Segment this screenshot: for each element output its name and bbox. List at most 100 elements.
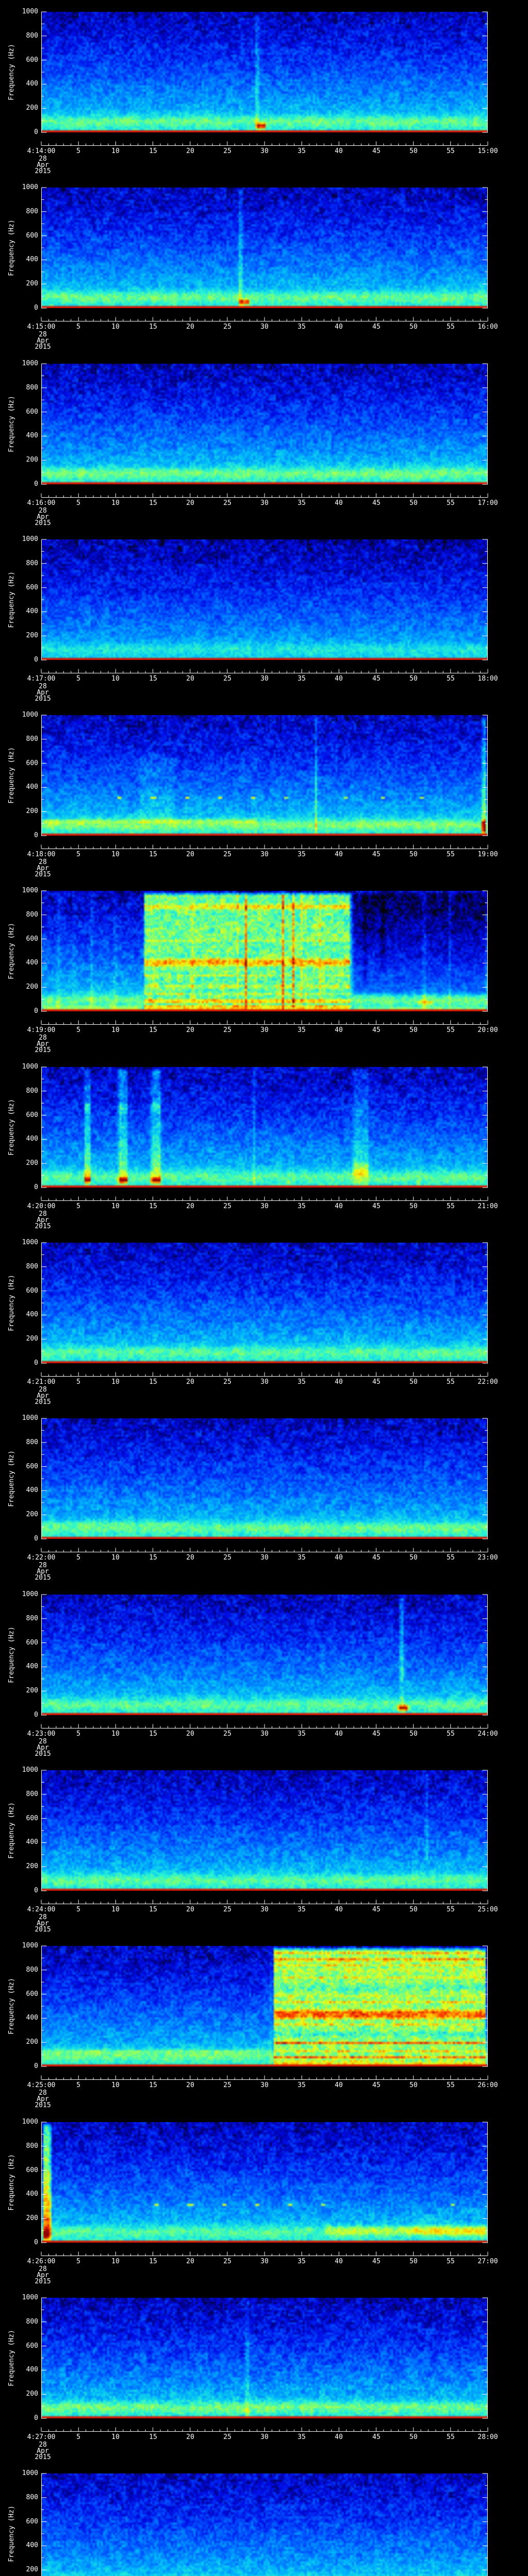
y-tick-label: 0	[34, 1711, 38, 1719]
date-line: 2015	[35, 2102, 51, 2109]
x-tick-label: 20	[186, 1906, 194, 1913]
x-tick-label: 10	[111, 147, 120, 155]
y-tick-label: 400	[26, 256, 38, 263]
spectrogram-canvas	[41, 1946, 488, 2066]
x-start-time-label: 4:24:00	[27, 1906, 56, 1913]
y-tick-label: 600	[26, 1639, 38, 1647]
x-start-time-label: 4:22:00	[27, 1554, 56, 1562]
y-tick-label: 200	[26, 2038, 38, 2046]
x-tick-label: 50	[409, 1202, 418, 1210]
spectrogram-panel: Frequency (Hz) 0 200 400 600 800 1000 4:26:00 5 1…	[0, 2110, 528, 2286]
date-line: 2015	[35, 167, 51, 175]
x-tick-label: 25	[223, 323, 232, 331]
x-tick-label: 35	[298, 1202, 306, 1210]
x-tick-label: 25	[223, 851, 232, 858]
y-tick-label: 0	[34, 304, 38, 312]
x-tick-label: 25	[223, 1554, 232, 1562]
y-tick-label: 800	[26, 911, 38, 919]
y-tick-label: 600	[26, 935, 38, 943]
y-tick-label: 200	[26, 1687, 38, 1694]
x-tick-label: 20	[186, 851, 194, 858]
y-axis-label: Frequency (Hz)	[8, 1099, 15, 1156]
spectrogram-panel: Frequency (Hz) 0 200 400 600 800 1000 4:14:00 5 1…	[0, 0, 528, 176]
spectrogram-canvas	[41, 2298, 488, 2418]
x-tick-label: 10	[111, 1730, 120, 1738]
x-end-time-label: 21:00	[477, 1202, 498, 1210]
y-tick-label: 1000	[22, 1414, 38, 1422]
y-tick-label: 0	[34, 1535, 38, 1543]
y-tick-label: 200	[26, 2566, 38, 2573]
x-tick-label: 30	[260, 499, 269, 507]
date-line: 2015	[35, 2278, 51, 2285]
x-tick-label: 15	[149, 1026, 157, 1034]
x-tick-label: 30	[260, 2258, 269, 2265]
spectrogram-canvas	[41, 1067, 488, 1188]
x-tick-label: 55	[447, 1378, 455, 1386]
x-tick-label: 40	[335, 1906, 343, 1913]
x-tick-label: 30	[260, 675, 269, 683]
date-line: 2015	[35, 695, 51, 703]
x-tick-label: 30	[260, 1026, 269, 1034]
date-line: 2015	[35, 1398, 51, 1406]
y-tick-label: 400	[26, 783, 38, 791]
y-tick-label: 800	[26, 1966, 38, 1974]
spectrogram-panel: Frequency (Hz) 0 200 400 600 800 1000 4:22:00 5 1…	[0, 1406, 528, 1582]
y-tick-label: 1000	[22, 360, 38, 367]
y-tick-label: 0	[34, 1887, 38, 1894]
y-tick-label: 600	[26, 1111, 38, 1119]
x-tick-label: 55	[447, 323, 455, 331]
x-tick-label: 35	[298, 1906, 306, 1913]
date-line: 2015	[35, 1750, 51, 1758]
x-end-time-label: 17:00	[477, 499, 498, 507]
x-tick-label: 45	[372, 2081, 381, 2089]
x-tick-label: 25	[223, 147, 232, 155]
spectrogram-canvas	[41, 2122, 488, 2243]
x-tick-label: 10	[111, 1906, 120, 1913]
y-tick-label: 400	[26, 607, 38, 615]
x-tick-label: 55	[447, 1730, 455, 1738]
x-tick-label: 40	[335, 323, 343, 331]
x-tick-label: 15	[149, 1730, 157, 1738]
x-tick-label: 40	[335, 1730, 343, 1738]
x-tick-label: 45	[372, 675, 381, 683]
x-tick-label: 15	[149, 323, 157, 331]
x-tick-label: 10	[111, 499, 120, 507]
x-tick-label: 45	[372, 499, 381, 507]
x-tick-label: 45	[372, 1378, 381, 1386]
y-tick-label: 400	[26, 80, 38, 88]
y-tick-label: 800	[26, 384, 38, 392]
y-tick-label: 1000	[22, 711, 38, 719]
spectrogram-canvas	[41, 2473, 488, 2576]
x-tick-label: 15	[149, 2433, 157, 2441]
y-tick-label: 200	[26, 807, 38, 815]
x-tick-label: 45	[372, 147, 381, 155]
y-tick-label: 1000	[22, 887, 38, 894]
y-tick-label: 0	[34, 2239, 38, 2246]
x-tick-label: 35	[298, 323, 306, 331]
x-tick-label: 30	[260, 1906, 269, 1913]
y-tick-label: 400	[26, 1486, 38, 1494]
x-tick-label: 40	[335, 2433, 343, 2441]
x-tick-label: 35	[298, 675, 306, 683]
y-tick-label: 200	[26, 983, 38, 991]
x-start-time-label: 4:15:00	[27, 323, 56, 331]
y-tick-label: 800	[26, 735, 38, 743]
spectrogram-panel: Frequency (Hz) 0 200 400 600 800 1000 4:17:00 5 1…	[0, 528, 528, 703]
x-tick-label: 45	[372, 1202, 381, 1210]
x-tick-label: 55	[447, 1554, 455, 1562]
x-tick-label: 35	[298, 2258, 306, 2265]
y-tick-label: 0	[34, 832, 38, 839]
y-tick-label: 0	[34, 480, 38, 488]
x-tick-label: 35	[298, 499, 306, 507]
x-tick-label: 50	[409, 1554, 418, 1562]
y-axis-label: Frequency (Hz)	[8, 571, 15, 628]
x-tick-label: 55	[447, 1026, 455, 1034]
y-tick-label: 1000	[22, 535, 38, 543]
x-tick-label: 25	[223, 2258, 232, 2265]
x-tick-label: 35	[298, 147, 306, 155]
x-tick-label: 45	[372, 323, 381, 331]
x-tick-label: 5	[76, 499, 80, 507]
y-tick-label: 200	[26, 632, 38, 639]
spectrogram-canvas	[41, 1770, 488, 1891]
x-tick-label: 5	[76, 1378, 80, 1386]
